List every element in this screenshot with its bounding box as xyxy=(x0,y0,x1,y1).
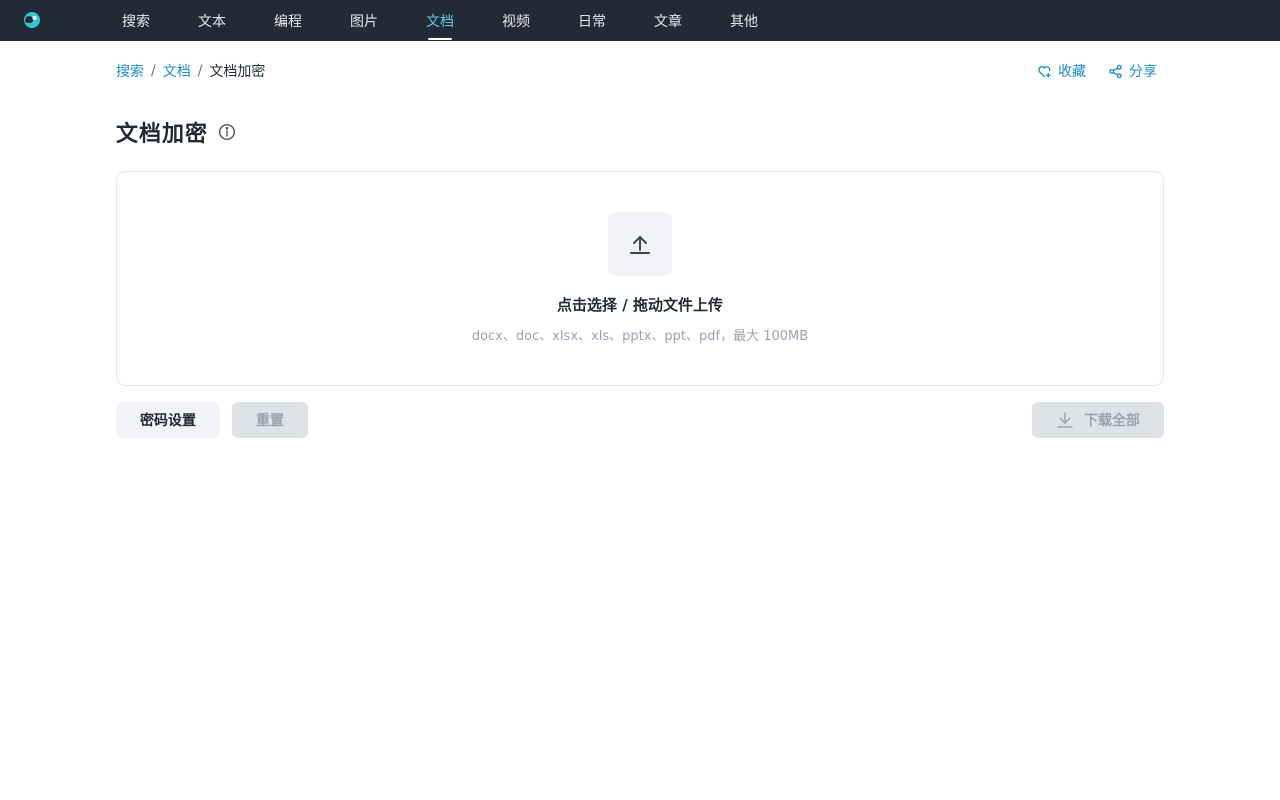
breadcrumb-separator: / xyxy=(151,63,156,79)
page-title: 文档加密 xyxy=(116,122,209,147)
breadcrumb: 搜索 / 文档 / 文档加密 xyxy=(116,61,265,81)
download-all-label: 下载全部 xyxy=(1084,412,1140,428)
nav-item-search[interactable]: 搜索 xyxy=(98,0,174,41)
share-button[interactable]: 分享 xyxy=(1108,61,1157,81)
nav-item-video[interactable]: 视频 xyxy=(478,0,554,41)
top-navbar: 搜索 文本 编程 图片 文档 视频 日常 文章 其他 xyxy=(0,0,1280,41)
nav-item-images[interactable]: 图片 xyxy=(326,0,402,41)
info-icon[interactable] xyxy=(218,123,236,141)
upload-title: 点击选择 / 拖动文件上传 xyxy=(557,296,723,314)
download-icon xyxy=(1057,412,1073,428)
page-header: 文档加密 xyxy=(116,117,236,147)
nav-item-daily[interactable]: 日常 xyxy=(554,0,630,41)
heart-plus-icon xyxy=(1038,65,1051,78)
main-nav: 搜索 文本 编程 图片 文档 视频 日常 文章 其他 xyxy=(98,0,782,41)
logo-icon[interactable] xyxy=(23,11,41,29)
upload-hint: docx、doc、xlsx、xls、pptx、ppt、pdf，最大 100MB xyxy=(471,329,809,344)
nav-item-other[interactable]: 其他 xyxy=(706,0,782,41)
upload-icon xyxy=(630,236,650,254)
download-all-button[interactable]: 下载全部 xyxy=(1032,402,1164,438)
share-icon xyxy=(1109,64,1122,78)
breadcrumb-link-search[interactable]: 搜索 xyxy=(116,61,144,81)
page-actions: 收藏 分享 xyxy=(1037,61,1157,81)
reset-button[interactable]: 重置 xyxy=(232,402,308,438)
share-label: 分享 xyxy=(1129,64,1157,80)
favorite-label: 收藏 xyxy=(1058,64,1086,80)
password-settings-button[interactable]: 密码设置 xyxy=(116,402,220,438)
breadcrumb-current: 文档加密 xyxy=(209,64,266,80)
file-upload-dropzone[interactable]: 点击选择 / 拖动文件上传 docx、doc、xlsx、xls、pptx、ppt… xyxy=(116,171,1164,386)
nav-item-articles[interactable]: 文章 xyxy=(630,0,706,41)
breadcrumb-separator: / xyxy=(197,63,203,79)
favorite-button[interactable]: 收藏 xyxy=(1037,61,1086,81)
upload-icon-box xyxy=(608,212,672,276)
nav-item-documents[interactable]: 文档 xyxy=(402,0,478,41)
breadcrumb-link-documents[interactable]: 文档 xyxy=(163,61,191,81)
nav-item-programming[interactable]: 编程 xyxy=(250,0,326,41)
nav-item-text[interactable]: 文本 xyxy=(174,0,250,41)
